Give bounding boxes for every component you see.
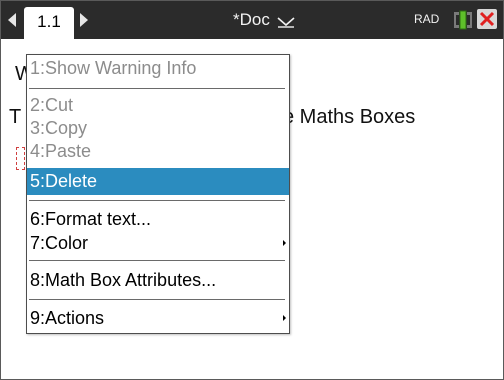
- submenu-arrow-icon: [283, 240, 286, 246]
- menu-item-cut: 2:Cut: [30, 95, 74, 115]
- chevron-right-icon[interactable]: [80, 13, 88, 27]
- top-bar: 1.1 *Doc RAD: [1, 1, 503, 39]
- menu-item-actions[interactable]: 9:Actions: [27, 306, 289, 330]
- menu-item-color-label: 7:Color: [30, 233, 89, 253]
- chevron-left-icon[interactable]: [8, 13, 16, 27]
- menu-separator: [29, 200, 285, 201]
- submenu-arrow-icon: [283, 315, 286, 321]
- menu-item-show-warning-info: 1:Show Warning Info: [30, 58, 197, 78]
- context-menu: 1:Show Warning Info 2:Cut 3:Copy 4:Paste…: [26, 54, 290, 334]
- menu-separator: [29, 299, 285, 300]
- menu-item-delete[interactable]: 5:Delete: [27, 168, 289, 195]
- menu-item-paste: 4:Paste: [30, 141, 92, 161]
- math-box-marker[interactable]: [16, 147, 25, 170]
- menu-item-actions-label: 9:Actions: [30, 308, 105, 328]
- dropdown-icon: [277, 17, 295, 28]
- document-text-line: T: [9, 106, 22, 128]
- menu-item-format-text[interactable]: 6:Format text...: [27, 207, 289, 231]
- battery-icon: [454, 10, 472, 30]
- close-icon: [479, 11, 495, 27]
- menu-item-color[interactable]: 7:Color: [27, 231, 289, 255]
- menu-item-math-box-attributes[interactable]: 8:Math Box Attributes...: [27, 268, 289, 292]
- close-button[interactable]: [477, 9, 497, 29]
- app-window: 1.1 *Doc RAD W T e Maths Boxes 1:Show Wa…: [0, 0, 504, 380]
- angle-mode-indicator: RAD: [414, 12, 440, 26]
- menu-item-copy: 3:Copy: [30, 118, 88, 138]
- menu-separator: [29, 88, 285, 89]
- document-text-line: e Maths Boxes: [283, 106, 416, 128]
- page-tab[interactable]: 1.1: [24, 7, 74, 39]
- menu-separator: [29, 260, 285, 261]
- document-title-label: *Doc: [233, 10, 270, 29]
- document-title[interactable]: *Doc: [233, 10, 295, 30]
